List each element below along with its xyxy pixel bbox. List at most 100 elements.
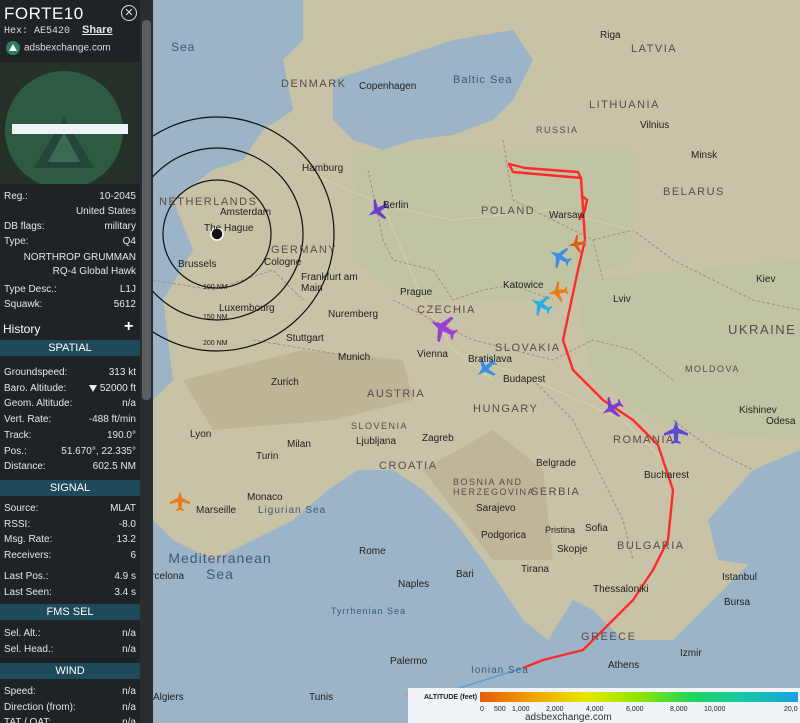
info-row-key: Squawk: <box>4 299 43 310</box>
city-label: Lyon <box>190 429 212 440</box>
legend-tick: 10,000 <box>704 706 726 713</box>
section-signal[interactable]: SIGNAL <box>0 480 140 496</box>
country-label: CROATIA <box>379 460 438 472</box>
section-wind[interactable]: WIND <box>0 663 140 679</box>
city-label: Turin <box>256 451 279 462</box>
info-row-value: 313 kt <box>108 367 136 378</box>
history-expand-icon[interactable]: + <box>124 318 133 336</box>
info-row-key: Source: <box>4 503 39 514</box>
info-row-key: Distance: <box>4 461 46 473</box>
legend-tick: 0 <box>480 706 484 713</box>
section-spatial[interactable]: SPATIAL <box>0 340 140 356</box>
history-label[interactable]: History <box>3 322 40 336</box>
info-row-key: Groundspeed: <box>4 367 68 378</box>
legend-tick: 500 <box>494 706 506 713</box>
aircraft-icon[interactable] <box>170 491 190 511</box>
country-label: POLAND <box>481 205 536 217</box>
photo-logo-mark <box>34 117 94 168</box>
section-fms[interactable]: FMS SEL <box>0 604 140 620</box>
info-row-value: MLAT <box>110 503 136 514</box>
country-label: MOLDOVA <box>685 364 740 374</box>
info-row-value: 4.9 s <box>114 571 136 582</box>
hex-label: Hex: <box>4 26 29 37</box>
city-label: Budapest <box>503 374 546 385</box>
country-label: UKRAINE <box>728 322 797 337</box>
close-icon[interactable]: ✕ <box>121 5 137 21</box>
hex-row: Hex: AE5420 <box>4 26 70 37</box>
info-row-value: 602.5 NM <box>92 461 136 473</box>
adsb-logo-icon <box>6 41 20 55</box>
aircraft-info-panel: FORTE10 ✕ Hex: AE5420 Share adsbexchange… <box>0 0 140 723</box>
sea-label: Ionian Sea <box>471 665 529 676</box>
city-label: Bratislava <box>468 354 512 365</box>
city-label: Lviv <box>613 294 631 305</box>
city-label: Algiers <box>153 692 184 703</box>
city-label: Sarajevo <box>476 503 516 514</box>
city-label: Ljubljana <box>356 436 397 447</box>
country-label: ROMANIA <box>613 434 675 446</box>
info-row-key: RSSI: <box>4 518 31 530</box>
info-row-key: Speed: <box>4 686 36 697</box>
selected-aircraft-icon[interactable] <box>566 233 588 255</box>
aircraft-icon[interactable] <box>546 280 570 304</box>
info-row-value: n/a <box>122 628 136 639</box>
country-label: CZECHIA <box>417 304 476 316</box>
aircraft-icon[interactable] <box>596 392 628 424</box>
city-label: Pristina <box>545 525 576 535</box>
info-row-value: 190.0° <box>106 429 136 441</box>
aircraft-icon[interactable] <box>525 289 557 321</box>
legend-tick: 20,0 <box>784 706 798 713</box>
city-label: Frankfurt am Main <box>301 272 358 294</box>
country-label: SLOVENIA <box>351 421 409 431</box>
info-row-key: TAT / OAT: <box>4 717 52 723</box>
legend-tick: 8,000 <box>670 706 688 713</box>
info-row-value: n/a <box>122 717 136 723</box>
info-row-value: n/a <box>122 701 136 713</box>
country-label: SERBIA <box>531 486 581 498</box>
city-label: Marseille <box>196 505 237 516</box>
hex-value: AE5420 <box>34 26 71 37</box>
legend-gradient <box>480 692 798 702</box>
city-label: Skopje <box>557 544 588 555</box>
sea-label: Tyrrhenian Sea <box>331 606 407 616</box>
city-label: Cologne <box>264 257 302 268</box>
type-name-line1: NORTHROP GRUMMAN <box>23 252 136 263</box>
city-label: Barcelona <box>153 571 185 582</box>
share-link[interactable]: Share <box>82 24 113 36</box>
city-label: Nuremberg <box>328 309 379 320</box>
info-row-value: -488 ft/min <box>88 414 136 426</box>
legend-title: ALTITUDE (feet) <box>424 694 478 701</box>
city-label: Riga <box>600 30 621 41</box>
city-label: Brussels <box>178 259 217 270</box>
info-row-value: 13.2 <box>116 534 136 545</box>
info-row-key: Direction (from): <box>4 701 76 713</box>
sea-label: Ligurian Sea <box>258 505 327 516</box>
info-row-value: n/a <box>122 643 136 655</box>
info-row-key: Msg. Rate: <box>4 534 53 545</box>
brand-link[interactable]: adsbexchange.com <box>6 41 111 55</box>
country-label: GERMANY <box>271 244 338 256</box>
info-row-key: Geom. Altitude: <box>4 398 73 410</box>
info-row-key: Reg.: <box>4 191 28 202</box>
info-row-value: n/a <box>122 686 136 697</box>
country-label: LATVIA <box>631 43 678 55</box>
legend-tick: 6,000 <box>626 706 644 713</box>
country-label: AUSTRIA <box>367 388 426 400</box>
scroll-thumb[interactable] <box>142 20 151 400</box>
city-label: Palermo <box>390 656 428 667</box>
aircraft-icon[interactable] <box>544 241 576 273</box>
city-label: Odesa <box>766 416 796 427</box>
city-label: Sofia <box>585 523 608 534</box>
info-row-key: Vert. Rate: <box>4 414 52 426</box>
map-watermark: adsbexchange.com <box>525 712 612 723</box>
city-label: Tirana <box>521 564 549 575</box>
city-label: Kishinev <box>739 405 777 416</box>
info-row-key: DB flags: <box>4 221 45 232</box>
panel-scrollbar[interactable] <box>140 0 153 723</box>
country-label: BELARUS <box>663 186 725 198</box>
map-view[interactable]: 100 NM 150 NM 200 NM Sea Baltic Sea Ligu… <box>153 0 800 723</box>
city-label: Prague <box>400 287 433 298</box>
info-row-value: United States <box>75 206 136 217</box>
city-label: Bari <box>456 569 474 580</box>
brand-label: adsbexchange.com <box>24 42 111 54</box>
